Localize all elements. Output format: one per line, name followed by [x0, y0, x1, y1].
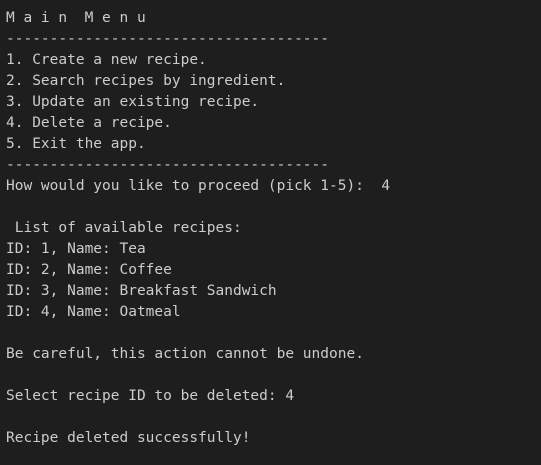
recipe-list-item: ID: 4, Name: Oatmeal: [6, 304, 181, 320]
recipes-list-heading: List of available recipes:: [6, 220, 242, 236]
proceed-prompt: How would you like to proceed (pick 1-5)…: [6, 178, 391, 194]
menu-option-search: 2. Search recipes by ingredient.: [6, 73, 286, 89]
menu-divider-bottom: -------------------------------------: [6, 157, 330, 173]
menu-option-exit: 5. Exit the app.: [6, 136, 146, 152]
menu-option-update: 3. Update an existing recipe.: [6, 94, 260, 110]
recipe-list-item: ID: 2, Name: Coffee: [6, 262, 172, 278]
warning-message: Be careful, this action cannot be undone…: [6, 346, 364, 362]
delete-id-prompt: Select recipe ID to be deleted: 4: [6, 388, 295, 404]
recipe-list-item: ID: 3, Name: Breakfast Sandwich: [6, 283, 277, 299]
menu-option-create: 1. Create a new recipe.: [6, 52, 207, 68]
menu-divider-top: -------------------------------------: [6, 31, 330, 47]
success-message: Recipe deleted successfully!: [6, 430, 251, 446]
recipe-list-item: ID: 1, Name: Tea: [6, 241, 146, 257]
menu-title: M a i n M e n u: [6, 10, 146, 26]
menu-option-delete: 4. Delete a recipe.: [6, 115, 172, 131]
terminal-window[interactable]: M a i n M e n u ------------------------…: [0, 0, 541, 465]
